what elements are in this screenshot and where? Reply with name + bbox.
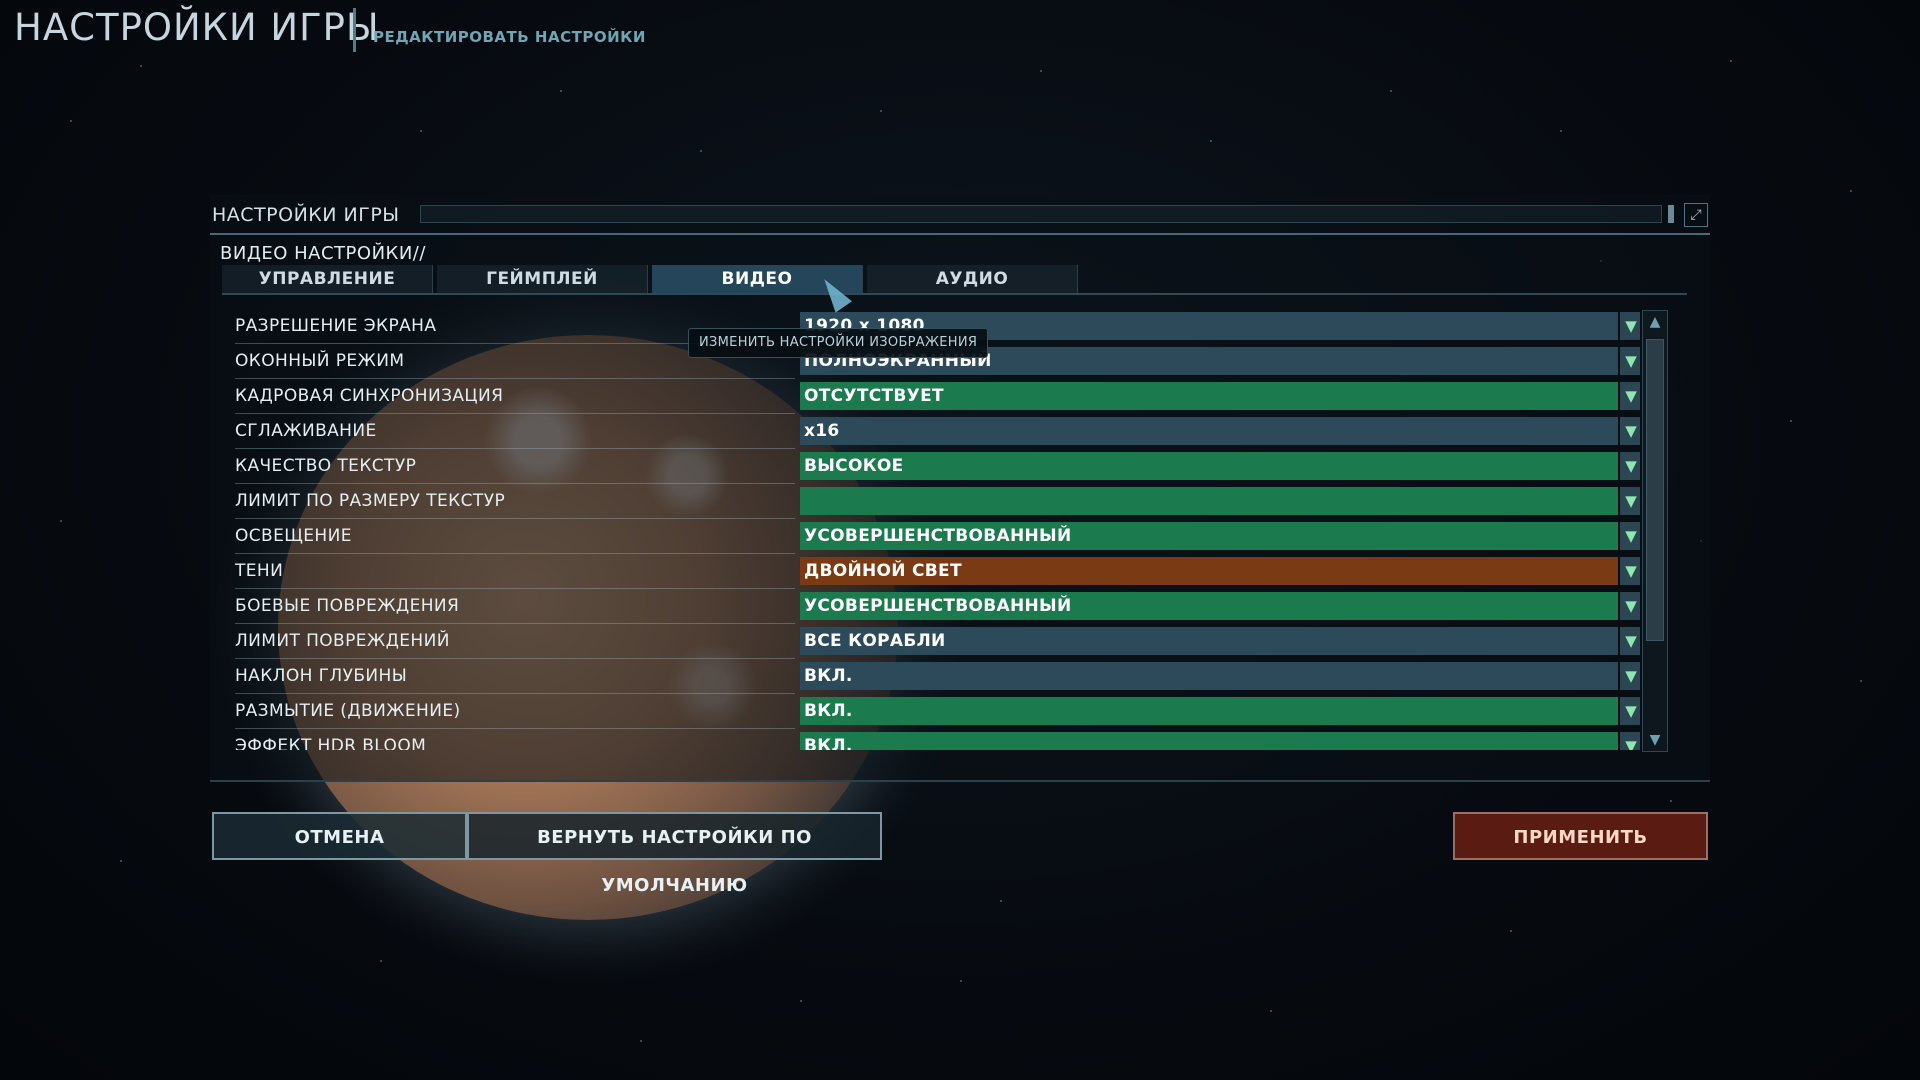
star [960, 980, 962, 982]
setting-value-dropdown[interactable] [800, 487, 1618, 515]
star [1000, 900, 1002, 902]
tab-gameplay[interactable]: ГЕЙМПЛЕЙ [437, 265, 648, 293]
star [1560, 130, 1562, 132]
star [640, 1040, 642, 1042]
star [1510, 930, 1512, 932]
star [380, 960, 382, 962]
star [700, 150, 702, 152]
setting-row: ТЕНИ ДВОЙНОЙ СВЕТ ▼ [235, 555, 1640, 589]
setting-label: КАЧЕСТВО ТЕКСТУР [235, 450, 795, 484]
star [60, 520, 62, 522]
setting-row: НАКЛОН ГЛУБИНЫ ВКЛ. ▼ [235, 660, 1640, 694]
setting-value-dropdown[interactable]: x16 [800, 417, 1618, 445]
scrollbar-thumb[interactable] [1646, 339, 1664, 641]
setting-value-dropdown[interactable]: ВКЛ. [800, 662, 1618, 690]
chevron-down-icon[interactable]: ▼ [1620, 382, 1640, 410]
setting-label: ЛИМИТ ПОВРЕЖДЕНИЙ [235, 625, 795, 659]
dialog-title: НАСТРОЙКИ ИГРЫ [212, 204, 400, 226]
scrollbar[interactable]: ▲ ▼ [1642, 310, 1668, 752]
setting-value-dropdown[interactable]: ВКЛ. [800, 732, 1618, 750]
setting-label: БОЕВЫЕ ПОВРЕЖДЕНИЯ [235, 590, 795, 624]
title-divider [353, 8, 356, 52]
star [800, 1000, 802, 1002]
setting-row: СГЛАЖИВАНИЕ x16 ▼ [235, 415, 1640, 449]
settings-tabs: УПРАВЛЕНИЕ ГЕЙМПЛЕЙ ВИДЕО АУДИО [222, 265, 1687, 295]
dialog-title-bar-track [420, 205, 1662, 223]
chevron-down-icon[interactable]: ▼ [1620, 697, 1640, 725]
star [1850, 190, 1852, 192]
cancel-button[interactable]: ОТМЕНА [212, 812, 467, 860]
chevron-down-icon[interactable]: ▼ [1620, 417, 1640, 445]
page-subtitle: РЕДАКТИРОВАТЬ НАСТРОЙКИ [373, 28, 646, 46]
star [420, 130, 422, 132]
star [560, 90, 562, 92]
setting-label: КАДРОВАЯ СИНХРОНИЗАЦИЯ [235, 380, 795, 414]
dialog-pin-icon [1668, 205, 1674, 223]
setting-row: ЛИМИТ ПОВРЕЖДЕНИЙ ВСЕ КОРАБЛИ ▼ [235, 625, 1640, 659]
scroll-down-icon[interactable]: ▼ [1643, 729, 1667, 751]
chevron-down-icon[interactable]: ▼ [1620, 662, 1640, 690]
star [1040, 70, 1042, 72]
setting-row: БОЕВЫЕ ПОВРЕЖДЕНИЯ УСОВЕРШЕНСТВОВАННЫЙ ▼ [235, 590, 1640, 624]
chevron-down-icon[interactable]: ▼ [1620, 557, 1640, 585]
restore-defaults-button[interactable]: ВЕРНУТЬ НАСТРОЙКИ ПО УМОЛЧАНИЮ [467, 812, 882, 896]
setting-label: СГЛАЖИВАНИЕ [235, 415, 795, 449]
tab-controls[interactable]: УПРАВЛЕНИЕ [222, 265, 433, 293]
setting-value-dropdown[interactable]: УСОВЕРШЕНСТВОВАННЫЙ [800, 522, 1618, 550]
setting-row: ЭФФЕКТ HDR BLOOM ВКЛ. ▼ [235, 730, 1640, 750]
chevron-down-icon[interactable]: ▼ [1620, 312, 1640, 340]
setting-label: ОСВЕЩЕНИЕ [235, 520, 795, 554]
setting-row: РАЗМЫТИЕ (ДВИЖЕНИЕ) ВКЛ. ▼ [235, 695, 1640, 729]
star [70, 120, 72, 122]
setting-row: ОСВЕЩЕНИЕ УСОВЕРШЕНСТВОВАННЫЙ ▼ [235, 520, 1640, 554]
resize-icon[interactable]: ⤢ [1684, 203, 1708, 227]
setting-label: ЭФФЕКТ HDR BLOOM [235, 730, 795, 750]
tooltip: ИЗМЕНИТЬ НАСТРОЙКИ ИЗОБРАЖЕНИЯ [688, 328, 989, 358]
setting-value-dropdown[interactable]: ОТСУТСТВУЕТ [800, 382, 1618, 410]
star [1210, 140, 1212, 142]
setting-row: КАЧЕСТВО ТЕКСТУР ВЫСОКОЕ ▼ [235, 450, 1640, 484]
setting-label: РАЗМЫТИЕ (ДВИЖЕНИЕ) [235, 695, 795, 729]
setting-value-dropdown[interactable]: ВСЕ КОРАБЛИ [800, 627, 1618, 655]
star [1270, 1010, 1272, 1012]
setting-value-dropdown[interactable]: УСОВЕРШЕНСТВОВАННЫЙ [800, 592, 1618, 620]
chevron-down-icon[interactable]: ▼ [1620, 732, 1640, 750]
star [1860, 680, 1862, 682]
setting-label: ТЕНИ [235, 555, 795, 589]
settings-list: РАЗРЕШЕНИЕ ЭКРАНА 1920 x 1080 ▼ ОКОННЫЙ РЕЖ… [235, 310, 1640, 750]
settings-dialog: НАСТРОЙКИ ИГРЫ ⤢ ВИДЕО НАСТРОЙКИ// УПРАВ… [210, 195, 1710, 782]
chevron-down-icon[interactable]: ▼ [1620, 522, 1640, 550]
chevron-down-icon[interactable]: ▼ [1620, 592, 1640, 620]
star [120, 860, 122, 862]
star [1790, 420, 1792, 422]
star [1390, 90, 1392, 92]
chevron-down-icon[interactable]: ▼ [1620, 627, 1640, 655]
page-title: НАСТРОЙКИ ИГРЫ [14, 6, 380, 49]
star [1670, 800, 1672, 802]
apply-button[interactable]: ПРИМЕНИТЬ [1453, 812, 1708, 860]
setting-value-dropdown[interactable]: ВЫСОКОЕ [800, 452, 1618, 480]
setting-label: ЛИМИТ ПО РАЗМЕРУ ТЕКСТУР [235, 485, 795, 519]
star [1730, 60, 1732, 62]
setting-value-dropdown[interactable]: ДВОЙНОЙ СВЕТ [800, 557, 1618, 585]
chevron-down-icon[interactable]: ▼ [1620, 452, 1640, 480]
tab-audio[interactable]: АУДИО [867, 265, 1078, 293]
setting-value-dropdown[interactable]: ВКЛ. [800, 697, 1618, 725]
chevron-down-icon[interactable]: ▼ [1620, 487, 1640, 515]
chevron-down-icon[interactable]: ▼ [1620, 347, 1640, 375]
star [140, 65, 142, 67]
section-label: ВИДЕО НАСТРОЙКИ// [220, 243, 426, 264]
setting-label: НАКЛОН ГЛУБИНЫ [235, 660, 795, 694]
dialog-titlebar: НАСТРОЙКИ ИГРЫ ⤢ [210, 195, 1710, 235]
setting-row: ЛИМИТ ПО РАЗМЕРУ ТЕКСТУР ▼ [235, 485, 1640, 519]
scroll-up-icon[interactable]: ▲ [1643, 311, 1667, 333]
star [880, 110, 882, 112]
setting-row: КАДРОВАЯ СИНХРОНИЗАЦИЯ ОТСУТСТВУЕТ ▼ [235, 380, 1640, 414]
